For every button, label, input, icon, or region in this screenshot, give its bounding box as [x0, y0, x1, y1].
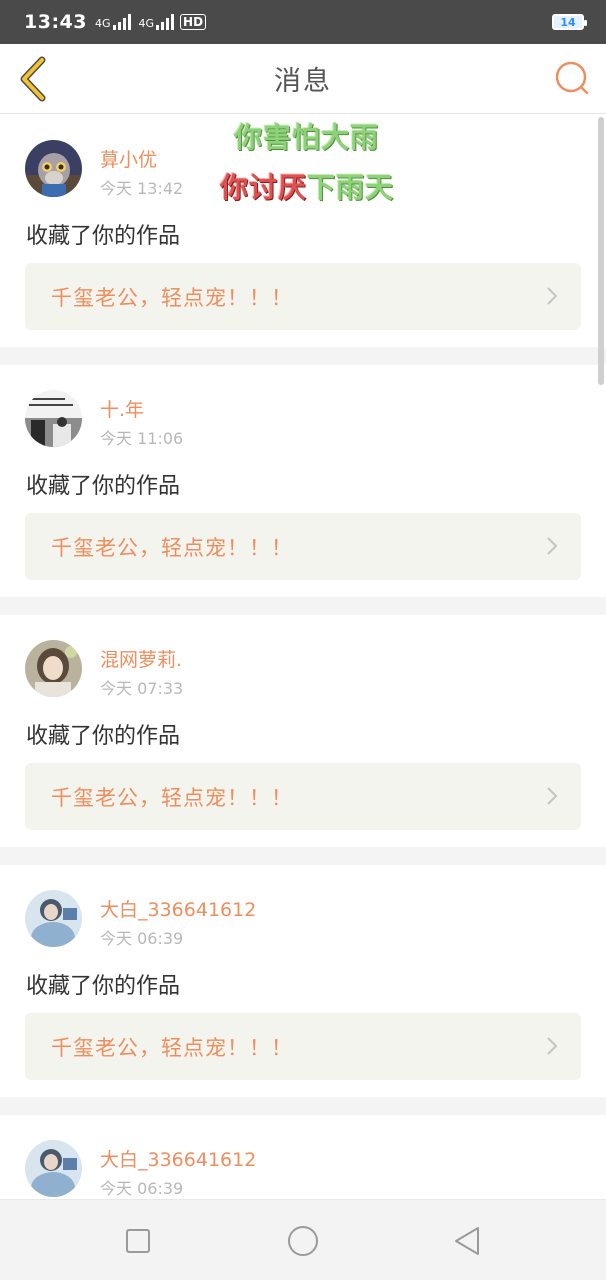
avatar[interactable]: [25, 1140, 82, 1197]
chevron-right-icon: [547, 537, 558, 555]
work-link[interactable]: 千玺老公，轻点宠！！！: [25, 1013, 581, 1080]
work-title: 千玺老公，轻点宠！！！: [51, 285, 293, 310]
list-item: 混网萝莉. 今天 07:33 收藏了你的作品 千玺老公，轻点宠！！！: [0, 615, 606, 847]
avatar[interactable]: [25, 390, 82, 447]
user-name[interactable]: 大白_336641612: [100, 895, 256, 922]
scrollbar[interactable]: [598, 117, 604, 385]
cartoon-fox-avatar-icon: [25, 140, 82, 197]
signal-1: 4G: [95, 14, 131, 30]
work-link[interactable]: 千玺老公，轻点宠！！！: [25, 263, 581, 330]
battery-level: 14: [554, 16, 582, 29]
signal-2: 4G: [139, 14, 175, 30]
person-blue-avatar-icon: [25, 890, 82, 947]
chevron-right-icon: [547, 1037, 558, 1055]
work-title: 千玺老公，轻点宠！！！: [51, 535, 293, 560]
list-item: 大白_336641612 今天 06:39 收藏了你的作品 千玺老公，轻点宠！！…: [0, 865, 606, 1097]
person-blue-avatar-icon: [25, 1140, 82, 1197]
chevron-right-icon: [547, 287, 558, 305]
chevron-right-icon: [547, 787, 558, 805]
message-time: 今天 06:39: [100, 929, 184, 948]
overlay-lyric-line-1: 你害怕大雨: [234, 121, 380, 154]
work-title: 千玺老公，轻点宠！！！: [51, 785, 293, 810]
avatar[interactable]: [25, 140, 82, 197]
message-time: 今天 13:42: [100, 179, 184, 198]
status-time: 13:43: [24, 11, 87, 33]
message-action: 收藏了你的作品: [26, 974, 181, 999]
list-item: 十.年 今天 11:06 收藏了你的作品 千玺老公，轻点宠！！！: [0, 365, 606, 597]
message-action: 收藏了你的作品: [26, 224, 181, 249]
girl-avatar-icon: [25, 640, 82, 697]
avatar[interactable]: [25, 890, 82, 947]
circle-icon[interactable]: [283, 1222, 323, 1260]
work-title: 千玺老公，轻点宠！！！: [51, 1035, 293, 1060]
square-icon[interactable]: [118, 1222, 158, 1260]
message-time: 今天 06:39: [100, 1179, 184, 1198]
work-link[interactable]: 千玺老公，轻点宠！！！: [25, 763, 581, 830]
message-time: 今天 11:06: [100, 429, 184, 448]
triangle-back-icon[interactable]: [448, 1222, 488, 1260]
header-bar: 消息: [0, 44, 606, 114]
message-action: 收藏了你的作品: [26, 724, 181, 749]
chevron-left-icon[interactable]: [14, 54, 54, 104]
user-name[interactable]: 大白_336641612: [100, 1145, 256, 1172]
list-item: 大白_336641612 今天 06:39: [0, 1115, 606, 1199]
user-name[interactable]: 萛小优: [100, 145, 157, 172]
message-time: 今天 07:33: [100, 679, 184, 698]
overlay-lyric-line-2: 你讨厌下雨天: [220, 171, 395, 204]
status-bar: 13:43 4G 4G HD 14: [0, 0, 606, 44]
hd-badge: HD: [180, 14, 207, 30]
photo-avatar-icon: [25, 390, 82, 447]
user-name[interactable]: 十.年: [100, 395, 144, 422]
page-title: 消息: [274, 66, 332, 97]
work-link[interactable]: 千玺老公，轻点宠！！！: [25, 513, 581, 580]
user-name[interactable]: 混网萝莉.: [100, 645, 182, 672]
search-icon[interactable]: [552, 58, 592, 98]
battery-icon: 14: [552, 14, 587, 30]
signal-bars-icon: [112, 14, 131, 30]
message-list[interactable]: 萛小优 今天 13:42 收藏了你的作品 千玺老公，轻点宠！！！ 十.年 今天 …: [0, 115, 606, 1199]
system-nav-bar: [0, 1199, 606, 1280]
message-action: 收藏了你的作品: [26, 474, 181, 499]
avatar[interactable]: [25, 640, 82, 697]
signal-bars-icon: [156, 14, 175, 30]
